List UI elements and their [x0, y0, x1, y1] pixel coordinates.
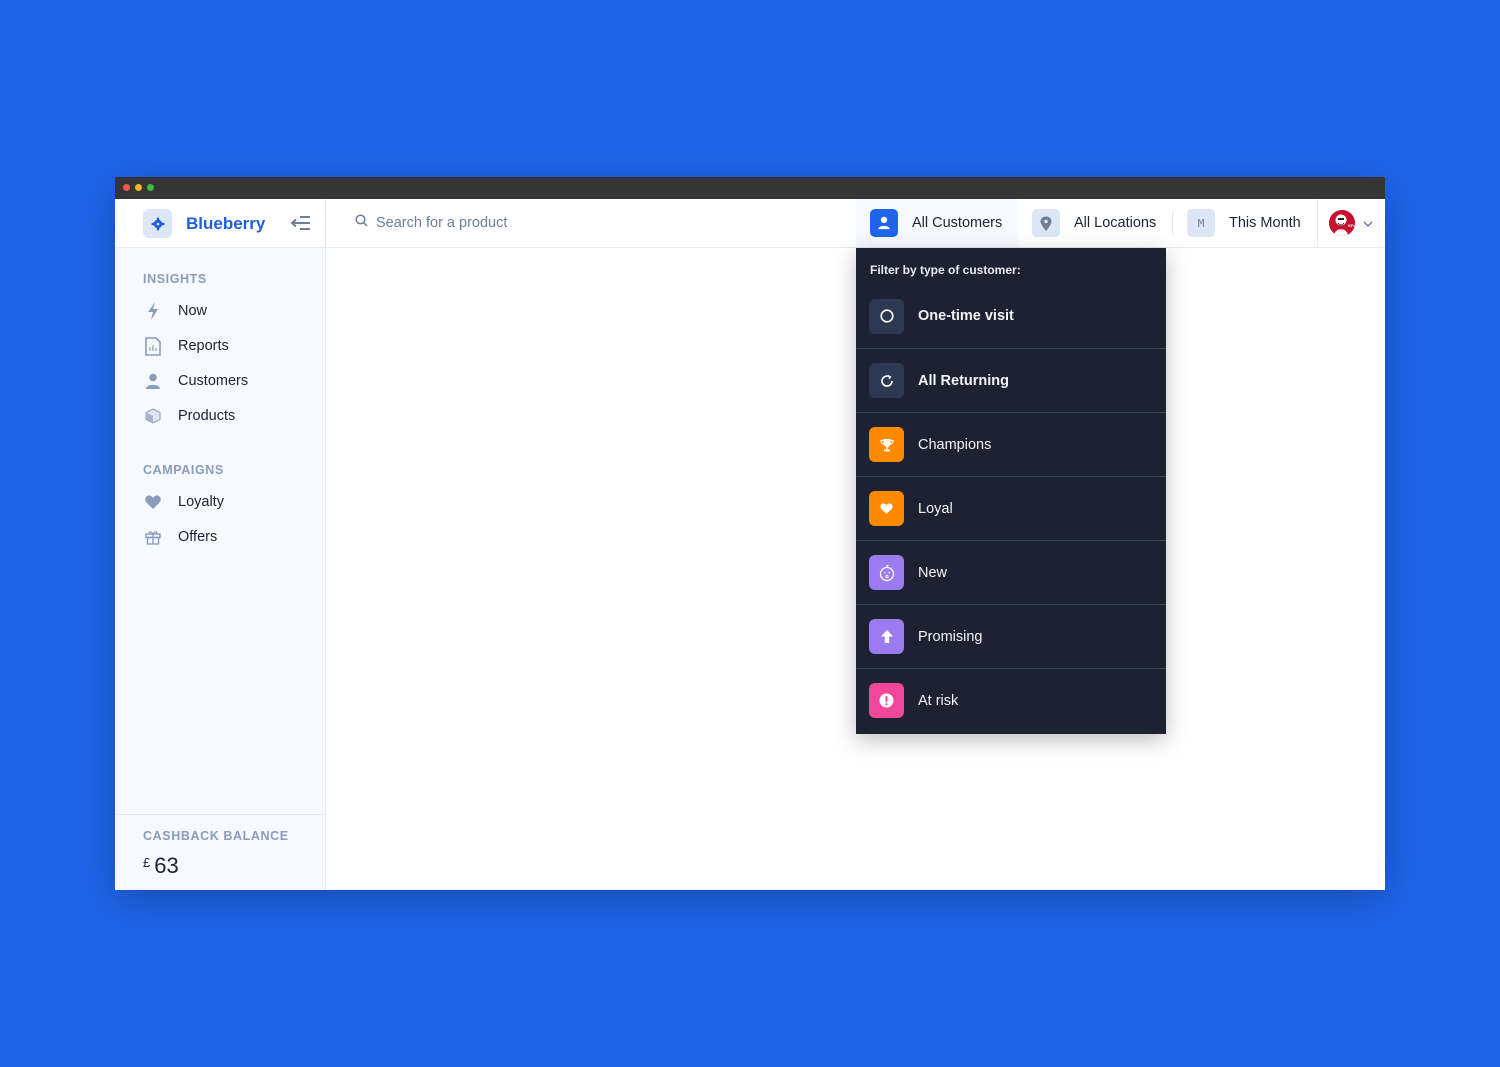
menu-item-one-time-visit[interactable]: One-time visit — [856, 284, 1166, 348]
sidebar-item-offers[interactable]: Offers — [143, 524, 313, 550]
app-body: Blueberry INSIGHTS Now Reports Customers… — [115, 199, 1385, 890]
search-bar — [355, 214, 676, 232]
menu-item-at-risk[interactable]: At risk — [856, 668, 1166, 732]
baby-face-icon — [869, 555, 904, 590]
sidebar-item-label: Now — [178, 303, 208, 319]
menu-item-label: All Returning — [918, 372, 1010, 389]
gift-icon — [143, 527, 163, 547]
window-maximize-button[interactable] — [147, 184, 154, 191]
cashback-balance: £ 63 — [143, 853, 179, 879]
period-filter-label: This Month — [1229, 215, 1301, 231]
svg-text:KFC: KFC — [1348, 223, 1355, 228]
report-icon — [143, 336, 163, 356]
circle-icon — [869, 298, 904, 334]
blueberry-logo-icon[interactable] — [143, 209, 172, 238]
menu-item-champions[interactable]: Champions — [856, 412, 1166, 476]
heart-icon — [869, 491, 904, 526]
menu-item-loyal[interactable]: Loyal — [856, 476, 1166, 540]
account-menu-button[interactable]: KFC — [1317, 199, 1385, 247]
window-minimize-button[interactable] — [135, 184, 142, 191]
sidebar-item-label: Offers — [178, 529, 218, 545]
user-icon — [143, 371, 163, 391]
sidebar-item-customers[interactable]: Customers — [143, 368, 313, 394]
sidebar-item-label: Customers — [178, 373, 249, 389]
sidebar-item-reports[interactable]: Reports — [143, 333, 313, 359]
topbar: All Customers All Locations M This Month — [327, 199, 1385, 248]
menu-title: Filter by type of customer: — [870, 263, 1021, 277]
brand-header: Blueberry — [115, 199, 325, 248]
arrow-up-icon — [869, 619, 904, 654]
window-titlebar — [115, 177, 1385, 199]
collapse-sidebar-icon[interactable] — [290, 214, 312, 232]
menu-item-label: One-time visit — [918, 308, 1014, 324]
user-icon — [870, 209, 898, 237]
menu-item-new[interactable]: New — [856, 540, 1166, 604]
menu-item-label: New — [918, 564, 948, 581]
divider — [115, 814, 325, 815]
menu-item-label: Promising — [918, 628, 983, 645]
customer-filter-menu: Filter by type of customer: One-time vis… — [856, 248, 1166, 734]
lightning-icon — [143, 301, 163, 321]
window-close-button[interactable] — [123, 184, 130, 191]
menu-item-label: At risk — [918, 692, 959, 709]
menu-item-label: Loyal — [918, 500, 953, 517]
sidebar: Blueberry INSIGHTS Now Reports Customers… — [115, 199, 326, 890]
sidebar-item-label: Products — [178, 408, 236, 424]
location-filter-button[interactable]: All Locations — [1032, 199, 1156, 247]
period-badge: M — [1187, 209, 1215, 237]
sidebar-item-products[interactable]: Products — [143, 403, 313, 429]
location-filter-label: All Locations — [1074, 215, 1157, 231]
customer-filter-button[interactable]: All Customers — [856, 199, 1018, 247]
menu-item-promising[interactable]: Promising — [856, 604, 1166, 668]
search-icon — [355, 214, 368, 232]
trophy-icon — [869, 427, 904, 462]
sidebar-item-loyalty[interactable]: Loyalty — [143, 489, 313, 515]
period-filter-button[interactable]: M This Month — [1187, 199, 1301, 247]
nav-section-campaigns: CAMPAIGNS — [143, 463, 224, 477]
currency-symbol: £ — [143, 855, 151, 870]
app-window: Blueberry INSIGHTS Now Reports Customers… — [115, 177, 1385, 890]
search-input[interactable] — [376, 215, 676, 231]
heart-icon — [143, 492, 163, 512]
cashback-label: CASHBACK BALANCE — [143, 829, 289, 843]
divider — [1172, 211, 1173, 235]
menu-item-all-returning[interactable]: All Returning — [856, 348, 1166, 412]
brand-name[interactable]: Blueberry — [186, 214, 265, 234]
sidebar-item-label: Loyalty — [178, 494, 224, 510]
nav-section-insights: INSIGHTS — [143, 272, 207, 286]
refresh-icon — [869, 363, 904, 398]
location-pin-icon — [1032, 209, 1060, 237]
menu-item-label: Champions — [918, 436, 992, 453]
sidebar-item-label: Reports — [178, 338, 229, 354]
exclamation-icon — [869, 683, 904, 718]
cashback-amount: 63 — [154, 853, 179, 878]
sidebar-item-now[interactable]: Now — [143, 298, 313, 324]
box-icon — [143, 406, 163, 426]
avatar: KFC — [1329, 210, 1355, 236]
chevron-down-icon — [1363, 214, 1373, 232]
customer-filter-label: All Customers — [912, 215, 1003, 231]
